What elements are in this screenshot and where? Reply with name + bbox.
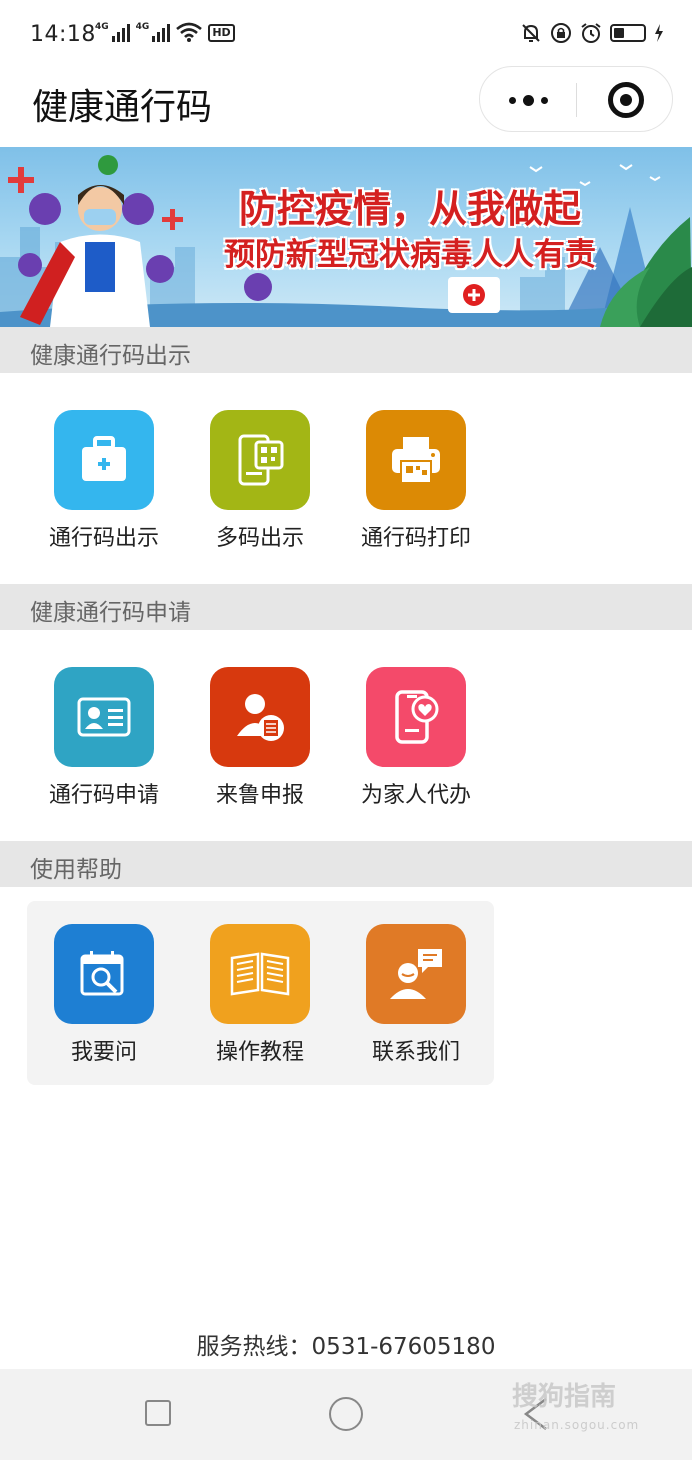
customer-service-icon bbox=[366, 924, 466, 1024]
tile-label: 通行码申请 bbox=[48, 783, 159, 808]
service-hotline[interactable]: 服务热线：0531-67605180 bbox=[0, 1327, 692, 1361]
person-document-icon bbox=[210, 667, 310, 767]
section-title: 使用帮助 bbox=[30, 857, 122, 883]
banner-line-2: 预防新型冠状病毒人人有责 bbox=[224, 237, 596, 273]
status-bar: 14:18 4G 4G HD bbox=[0, 0, 692, 70]
section-title: 健康通行码申请 bbox=[30, 600, 191, 626]
tile-contact-us[interactable]: 联系我们 bbox=[346, 924, 486, 1074]
phone-qr-icon bbox=[210, 410, 310, 510]
tile-label: 操作教程 bbox=[215, 1040, 304, 1065]
mute-icon bbox=[522, 24, 540, 42]
lock-rotation-icon bbox=[551, 23, 571, 43]
tile-label: 联系我们 bbox=[371, 1040, 460, 1065]
section-header-display: 健康通行码出示 bbox=[0, 327, 692, 373]
watermark-text: 搜狗指南 bbox=[512, 1382, 617, 1412]
status-time: 14:18 bbox=[30, 22, 96, 47]
tile-shandong-declare[interactable]: 来鲁申报 bbox=[190, 667, 330, 817]
tile-family-proxy[interactable]: 为家人代办 bbox=[346, 667, 486, 817]
more-dots-icon bbox=[522, 94, 534, 106]
banner-slogan: 防控疫情，从我做起 预防新型冠状病毒人人有责 bbox=[180, 185, 640, 277]
epidemic-banner[interactable]: 防控疫情，从我做起 预防新型冠状病毒人人有责 bbox=[0, 147, 692, 327]
battery-icon bbox=[610, 24, 646, 42]
tile-ask-question[interactable]: 我要问 bbox=[34, 924, 174, 1074]
banner-line-1: 防控疫情，从我做起 bbox=[238, 187, 581, 231]
more-dots-icon bbox=[508, 96, 516, 104]
id-card-icon bbox=[54, 667, 154, 767]
tile-label: 通行码出示 bbox=[48, 526, 159, 551]
mini-program-capsule bbox=[479, 66, 673, 132]
signal-icon: 4G bbox=[95, 22, 130, 42]
tile-pass-code-print[interactable]: 通行码打印 bbox=[346, 410, 486, 560]
signal-icon: 4G bbox=[136, 22, 171, 42]
close-button[interactable] bbox=[577, 67, 674, 133]
printer-icon bbox=[366, 410, 466, 510]
tile-label: 多码出示 bbox=[215, 526, 304, 551]
recent-apps-icon[interactable] bbox=[145, 1400, 171, 1426]
tile-pass-code-apply[interactable]: 通行码申请 bbox=[34, 667, 174, 817]
network-label: 4G bbox=[135, 22, 150, 32]
section-header-apply: 健康通行码申请 bbox=[0, 584, 692, 630]
target-close-icon bbox=[607, 82, 644, 118]
section-header-help: 使用帮助 bbox=[0, 841, 692, 887]
wifi-icon bbox=[176, 22, 203, 42]
more-button[interactable] bbox=[480, 67, 576, 133]
hd-icon: HD bbox=[208, 24, 235, 42]
tile-label: 来鲁申报 bbox=[215, 783, 304, 808]
tile-label: 为家人代办 bbox=[360, 783, 471, 808]
calendar-search-icon bbox=[54, 924, 154, 1024]
phone-heart-icon bbox=[366, 667, 466, 767]
home-icon[interactable] bbox=[329, 1397, 363, 1431]
tile-label: 我要问 bbox=[70, 1040, 137, 1065]
tile-multi-code-display[interactable]: 多码出示 bbox=[190, 410, 330, 560]
more-dots-icon bbox=[540, 96, 548, 104]
tile-tutorial[interactable]: 操作教程 bbox=[190, 924, 330, 1074]
section-title: 健康通行码出示 bbox=[30, 343, 191, 369]
status-right-icons bbox=[520, 22, 664, 44]
open-book-icon bbox=[210, 924, 310, 1024]
charging-icon bbox=[655, 24, 663, 42]
alarm-icon bbox=[581, 23, 601, 43]
watermark-url: zhinan.sogou.com bbox=[514, 1418, 640, 1432]
network-label: 4G bbox=[95, 22, 109, 32]
status-left-icons: 4G 4G HD bbox=[95, 22, 235, 42]
tile-label: 通行码打印 bbox=[360, 526, 471, 551]
page-title: 健康通行码 bbox=[32, 87, 213, 128]
medical-kit-icon bbox=[54, 410, 154, 510]
title-bar: 健康通行码 bbox=[0, 66, 692, 146]
tile-pass-code-display[interactable]: 通行码出示 bbox=[34, 410, 174, 560]
